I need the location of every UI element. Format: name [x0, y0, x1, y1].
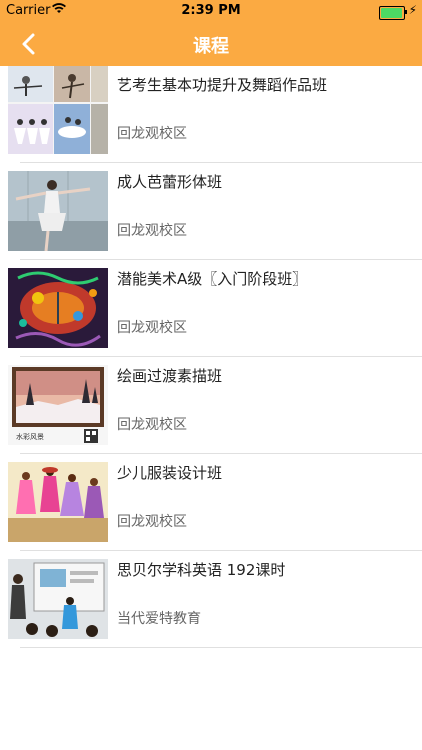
divider — [20, 647, 422, 648]
charging-icon: ⚡ — [408, 3, 417, 17]
svg-text:水彩风景: 水彩风景 — [16, 432, 44, 441]
course-campus: 回龙观校区 — [117, 417, 187, 433]
course-thumbnail — [8, 268, 108, 348]
course-name: 艺考生基本功提升及舞蹈作品班 — [117, 76, 328, 94]
course-campus: 回龙观校区 — [117, 514, 187, 530]
clock: 2:39 PM — [181, 3, 241, 18]
status-bar: Carrier 2:39 PM ⚡ — [0, 0, 422, 22]
course-thumbnail: 水彩风景 — [8, 365, 108, 445]
course-list: 艺考生基本功提升及舞蹈作品班 回龙观校区 成人芭蕾形体班 回龙观校区 潜能美术A… — [0, 66, 422, 648]
course-campus: 回龙观校区 — [117, 126, 187, 142]
course-campus: 回龙观校区 — [117, 223, 187, 239]
course-item[interactable]: 潜能美术A级〖入门阶段班〗 回龙观校区 — [0, 260, 422, 357]
course-name: 少儿服装设计班 — [117, 464, 223, 482]
course-item[interactable]: 成人芭蕾形体班 回龙观校区 — [0, 163, 422, 260]
page-title: 课程 — [193, 36, 229, 57]
course-name: 成人芭蕾形体班 — [117, 173, 223, 191]
course-name: 绘画过渡素描班 — [117, 367, 223, 385]
course-thumbnail — [8, 66, 108, 154]
course-item[interactable]: 思贝尔学科英语 192课时 当代爱特教育 — [0, 551, 422, 648]
course-thumbnail — [8, 559, 108, 639]
course-name: 思贝尔学科英语 192课时 — [117, 561, 286, 579]
course-item[interactable]: 水彩风景 绘画过渡素描班 回龙观校区 — [0, 357, 422, 454]
navigation-bar: 课程 — [0, 22, 422, 66]
course-name: 潜能美术A级〖入门阶段班〗 — [117, 270, 308, 288]
course-campus: 回龙观校区 — [117, 320, 187, 336]
course-campus: 当代爱特教育 — [117, 611, 201, 627]
course-thumbnail — [8, 462, 108, 542]
course-item[interactable]: 少儿服装设计班 回龙观校区 — [0, 454, 422, 551]
course-item[interactable]: 艺考生基本功提升及舞蹈作品班 回龙观校区 — [0, 66, 422, 163]
battery-icon — [379, 6, 407, 20]
course-thumbnail — [8, 171, 108, 251]
